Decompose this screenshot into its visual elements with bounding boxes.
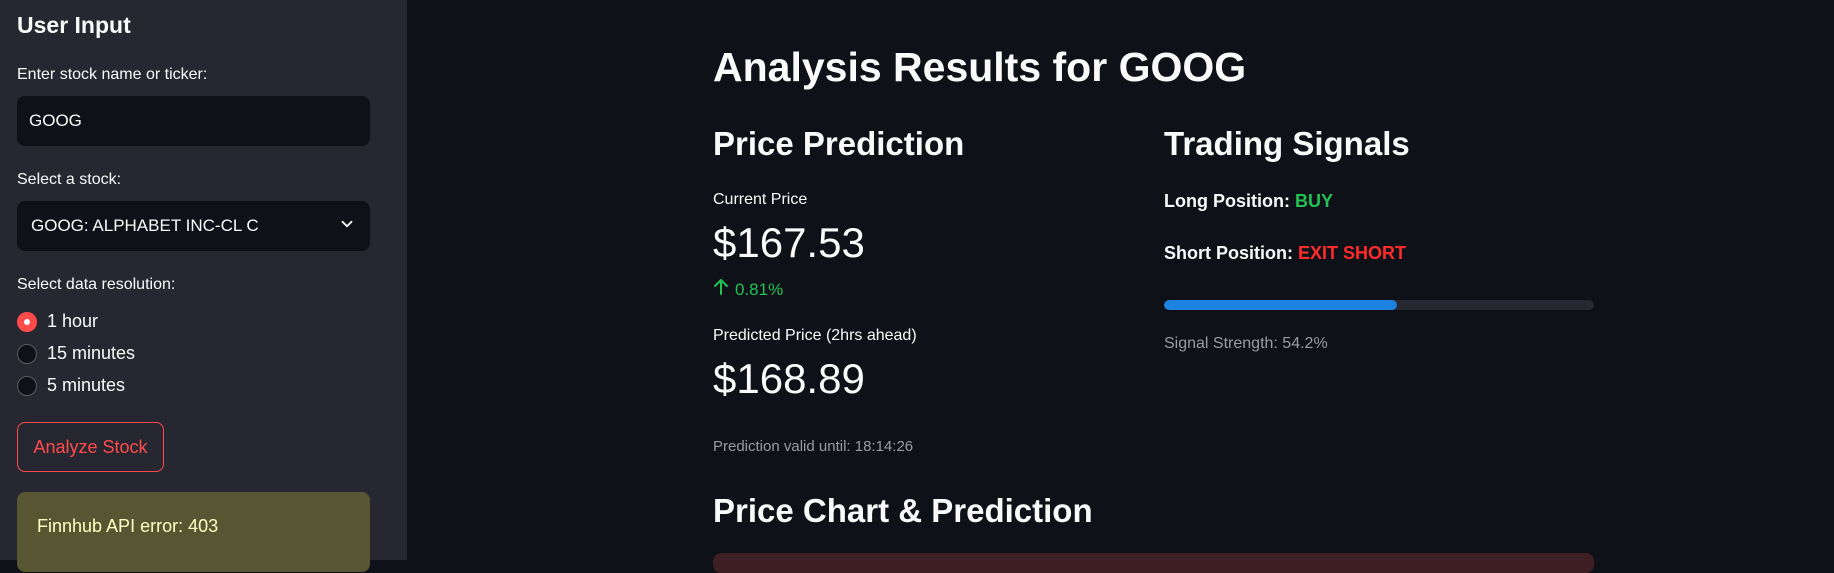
price-delta: 0.81% — [713, 278, 783, 301]
short-position-label: Short Position: — [1164, 243, 1293, 263]
signal-strength-fill — [1164, 300, 1398, 310]
stock-input-label: Enter stock name or ticker: — [17, 66, 208, 83]
stock-input[interactable] — [17, 96, 370, 146]
sidebar: User Input Enter stock name or ticker: S… — [0, 0, 407, 572]
predicted-price-value: $168.89 — [713, 355, 865, 402]
analyze-stock-button[interactable]: Analyze Stock — [17, 422, 164, 472]
price-delta-value: 0.81% — [735, 279, 784, 299]
resolution-label: Select data resolution: — [17, 276, 176, 293]
long-position-value: BUY — [1295, 191, 1334, 211]
predicted-price-label: Predicted Price (2hrs ahead) — [713, 327, 917, 344]
radio-15-minutes[interactable]: 15 minutes — [17, 343, 135, 364]
signal-strength-bar — [1164, 300, 1594, 310]
long-position-signal: Long Position: BUY — [1164, 191, 1333, 212]
signal-strength-text: Signal Strength: 54.2% — [1164, 335, 1328, 352]
page-title: Analysis Results for GOOG — [713, 44, 1247, 90]
main-content: Analysis Results for GOOG Price Predicti… — [407, 0, 1834, 573]
sidebar-title: User Input — [17, 12, 131, 38]
radio-1-hour[interactable]: 1 hour — [17, 311, 98, 332]
radio-selected-icon — [17, 311, 37, 332]
long-position-label: Long Position: — [1164, 191, 1290, 211]
current-price-label: Current Price — [713, 191, 808, 208]
stock-select-value: GOOG: ALPHABET INC-CL C — [31, 216, 259, 235]
api-error-alert: Finnhub API error: 403 — [17, 492, 370, 572]
radio-5-minutes[interactable]: 5 minutes — [17, 375, 125, 396]
short-position-value: EXIT SHORT — [1298, 243, 1407, 263]
radio-unselected-icon — [17, 343, 37, 364]
radio-label: 15 minutes — [47, 343, 136, 363]
short-position-signal: Short Position: EXIT SHORT — [1164, 243, 1406, 264]
alert-text: Finnhub API error: 403 — [37, 516, 219, 536]
radio-label: 5 minutes — [47, 375, 126, 395]
radio-label: 1 hour — [47, 311, 99, 331]
radio-unselected-icon — [17, 375, 37, 396]
stock-select[interactable]: GOOG: ALPHABET INC-CL C — [17, 201, 370, 251]
price-prediction-heading: Price Prediction — [713, 125, 965, 162]
chevron-down-icon — [338, 215, 356, 238]
current-price-value: $167.53 — [713, 219, 865, 266]
prediction-valid-until: Prediction valid until: 18:14:26 — [713, 438, 914, 455]
arrow-up-icon — [713, 278, 729, 301]
trading-signals-heading: Trading Signals — [1164, 125, 1410, 162]
price-chart-container — [713, 553, 1594, 573]
price-chart-heading: Price Chart & Prediction — [713, 492, 1093, 529]
stock-select-label: Select a stock: — [17, 171, 122, 188]
